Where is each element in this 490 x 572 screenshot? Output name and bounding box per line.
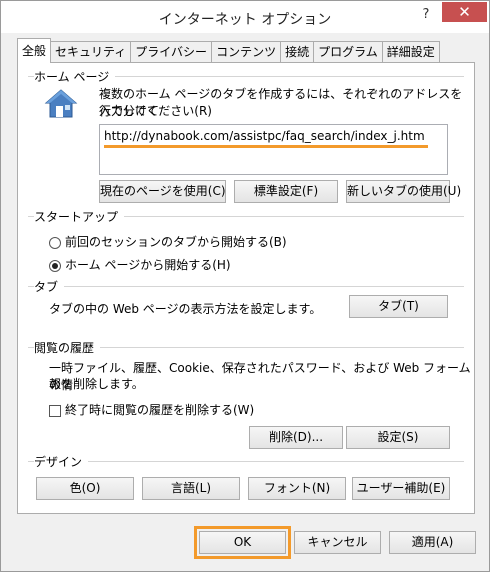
fonts-button[interactable]: フォント(N) [248, 477, 346, 500]
history-description-line2: 報を削除します。 [49, 377, 144, 391]
languages-button[interactable]: 言語(L) [142, 477, 240, 500]
startup-section-title: スタートアップ [34, 208, 125, 225]
home-page-section-title: ホーム ページ [34, 68, 116, 85]
tab-content[interactable]: コンテンツ [211, 41, 282, 63]
tab-general[interactable]: 全般 [17, 38, 52, 63]
startup-previous-radio[interactable] [49, 237, 61, 249]
tab-privacy[interactable]: プライバシー [130, 41, 213, 63]
appearance-section-title: デザイン [34, 453, 89, 470]
tab-programs[interactable]: プログラム [313, 41, 383, 63]
use-default-button[interactable]: 標準設定(F) [234, 180, 338, 203]
accessibility-button[interactable]: ユーザー補助(E) [352, 477, 450, 500]
close-button[interactable]: ✕ [442, 2, 487, 22]
history-settings-button[interactable]: 設定(S) [346, 426, 450, 449]
title-bar: インターネット オプション ? ✕ [1, 1, 489, 33]
general-tab-panel: ホーム ページ 複数のホーム ページのタブを作成するには、それぞれのアドレスを行… [17, 62, 475, 514]
home-page-url-textarea[interactable]: http://dynabook.com/assistpc/faq_search/… [99, 124, 448, 175]
startup-home-radio[interactable] [49, 260, 61, 272]
home-page-description-line2: 入力してください(R) [99, 104, 212, 118]
startup-home-label: ホーム ページから開始する(H) [65, 258, 231, 272]
tabs-settings-button[interactable]: タブ(T) [349, 295, 448, 318]
history-section-title: 閲覧の履歴 [34, 339, 101, 356]
appearance-separator [28, 461, 464, 462]
use-current-button[interactable]: 現在のページを使用(C) [99, 180, 226, 203]
tabs-section-title: タブ [34, 278, 65, 295]
startup-previous-label: 前回のセッションのタブから開始する(B) [65, 235, 287, 249]
delete-history-button[interactable]: 削除(D)... [249, 426, 343, 449]
internet-options-dialog: インターネット オプション ? ✕ 全般 セキュリティ プライバシー コンテンツ… [0, 0, 490, 572]
cancel-button[interactable]: キャンセル [294, 531, 381, 554]
delete-on-exit-checkbox[interactable] [49, 405, 61, 417]
colors-button[interactable]: 色(O) [36, 477, 134, 500]
delete-on-exit-label: 終了時に閲覧の履歴を削除する(W) [65, 403, 255, 417]
tab-security[interactable]: セキュリティ [50, 41, 132, 63]
tab-connections[interactable]: 接続 [280, 41, 315, 63]
tabs-description: タブの中の Web ページの表示方法を設定します。 [49, 302, 322, 316]
home-page-url-value: http://dynabook.com/assistpc/faq_search/… [104, 129, 425, 143]
house-icon [44, 88, 78, 120]
ok-button[interactable]: OK [199, 531, 286, 554]
help-button[interactable]: ? [415, 5, 437, 25]
tabs-separator [28, 286, 464, 287]
apply-button[interactable]: 適用(A) [389, 531, 476, 554]
tab-advanced[interactable]: 詳細設定 [381, 41, 440, 63]
url-highlight-underline [104, 145, 428, 148]
tab-strip: 全般 セキュリティ プライバシー コンテンツ 接続 プログラム 詳細設定 [17, 38, 440, 63]
use-new-tab-button[interactable]: 新しいタブの使用(U) [346, 180, 461, 203]
